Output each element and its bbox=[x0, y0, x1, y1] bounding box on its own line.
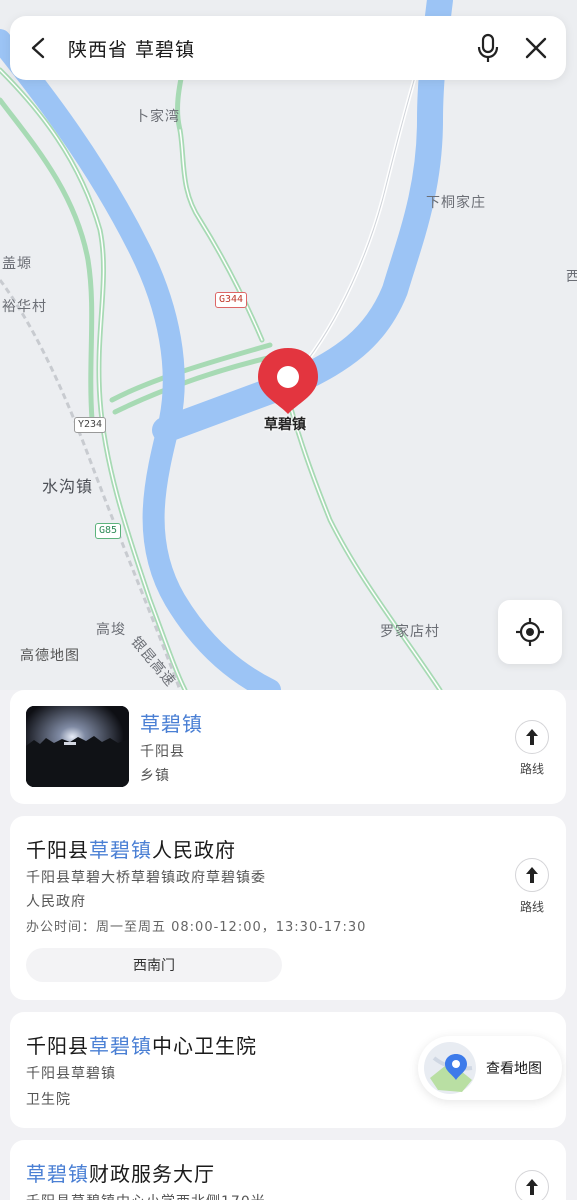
road-badge-g344: G344 bbox=[215, 292, 248, 308]
title-highlight: 草碧镇 bbox=[26, 1162, 89, 1186]
result-title: 草碧镇财政服务大厅 bbox=[26, 1158, 215, 1187]
result-address: 千阳县草碧镇中心小学西北侧170米 bbox=[26, 1190, 266, 1200]
route-arrow-icon bbox=[526, 867, 538, 883]
title-suffix: 人民政府 bbox=[152, 838, 236, 862]
route-circle bbox=[515, 858, 549, 892]
route-button[interactable] bbox=[512, 1170, 552, 1200]
place-photo bbox=[26, 706, 129, 787]
route-arrow-icon bbox=[526, 1179, 538, 1195]
result-title: 草碧镇 bbox=[140, 708, 203, 737]
map-watermark: 高德地图 bbox=[20, 648, 80, 664]
map-label-luojiadiancun: 罗家店村 bbox=[380, 624, 440, 640]
result-address-cont: 人民政府 bbox=[26, 894, 86, 910]
result-hours: 办公时间：周一至周五 08:00-12:00，13:30-17:30 bbox=[26, 920, 367, 935]
result-region: 千阳县 bbox=[140, 744, 185, 760]
map-label-xiatongjiazhuang: 下桐家庄 bbox=[426, 195, 486, 211]
title-prefix: 千阳县 bbox=[26, 1034, 89, 1058]
result-category: 乡镇 bbox=[140, 768, 170, 784]
search-bar: 陕西省 草碧镇 bbox=[10, 16, 566, 80]
title-highlight: 草碧镇 bbox=[140, 712, 203, 736]
pin-label: 草碧镇 bbox=[264, 417, 306, 433]
result-card-finance-hall[interactable]: 草碧镇财政服务大厅 千阳县草碧镇中心小学西北侧170米 bbox=[10, 1140, 566, 1200]
result-title: 千阳县草碧镇人民政府 bbox=[26, 834, 236, 863]
microphone-icon bbox=[477, 33, 499, 62]
map-label-yuhuacun: 裕华村 bbox=[2, 299, 47, 315]
map-thumbnail-icon bbox=[424, 1042, 476, 1094]
close-icon bbox=[525, 37, 547, 59]
locate-me-button[interactable] bbox=[498, 600, 562, 664]
title-suffix: 财政服务大厅 bbox=[89, 1162, 215, 1186]
gate-chip[interactable]: 西南门 bbox=[26, 948, 282, 982]
result-card-caobizhen[interactable]: 草碧镇 千阳县 乡镇 路线 bbox=[10, 690, 566, 804]
map-label-gaiyuan: 盖塬 bbox=[2, 256, 32, 272]
road-badge-y234: Y234 bbox=[74, 417, 107, 433]
result-address: 千阳县草碧镇 bbox=[26, 1066, 116, 1082]
map-label-gaoling: 高埈 bbox=[96, 622, 126, 638]
result-title: 千阳县草碧镇中心卫生院 bbox=[26, 1030, 257, 1059]
result-category: 卫生院 bbox=[26, 1092, 71, 1108]
route-button[interactable]: 路线 bbox=[512, 858, 552, 915]
back-arrow-icon bbox=[31, 37, 45, 59]
title-highlight: 草碧镇 bbox=[89, 838, 152, 862]
result-address: 千阳县草碧大桥草碧镇政府草碧镇委 bbox=[26, 870, 266, 886]
road-badge-g85: G85 bbox=[95, 523, 122, 539]
route-label: 路线 bbox=[519, 900, 544, 914]
crosshair-icon bbox=[516, 618, 544, 646]
title-prefix: 千阳县 bbox=[26, 838, 89, 862]
route-button[interactable]: 路线 bbox=[512, 720, 552, 777]
route-label: 路线 bbox=[519, 762, 544, 776]
search-input[interactable]: 陕西省 草碧镇 bbox=[68, 35, 464, 62]
map-canvas bbox=[0, 0, 577, 690]
view-map-button[interactable]: 查看地图 bbox=[418, 1036, 562, 1100]
route-circle bbox=[515, 1170, 549, 1200]
map-label-edge: 西 bbox=[566, 269, 577, 285]
map-label-shuigouzhen: 水沟镇 bbox=[42, 477, 94, 496]
route-arrow-icon bbox=[526, 729, 538, 745]
title-suffix: 中心卫生院 bbox=[152, 1034, 257, 1058]
map-label-bujiawan: 卜家湾 bbox=[135, 109, 180, 125]
result-card-government[interactable]: 千阳县草碧镇人民政府 千阳县草碧大桥草碧镇政府草碧镇委 人民政府 办公时间：周一… bbox=[10, 816, 566, 1000]
view-map-label: 查看地图 bbox=[486, 1061, 542, 1077]
route-circle bbox=[515, 720, 549, 754]
title-highlight: 草碧镇 bbox=[89, 1034, 152, 1058]
voice-button[interactable] bbox=[464, 16, 512, 80]
back-button[interactable] bbox=[10, 16, 68, 80]
clear-button[interactable] bbox=[512, 16, 560, 80]
map-view[interactable]: 卜家湾 下桐家庄 盖塬 裕华村 西 水沟镇 高埈 罗家店村 银昆高速 高德地图 … bbox=[0, 0, 577, 690]
